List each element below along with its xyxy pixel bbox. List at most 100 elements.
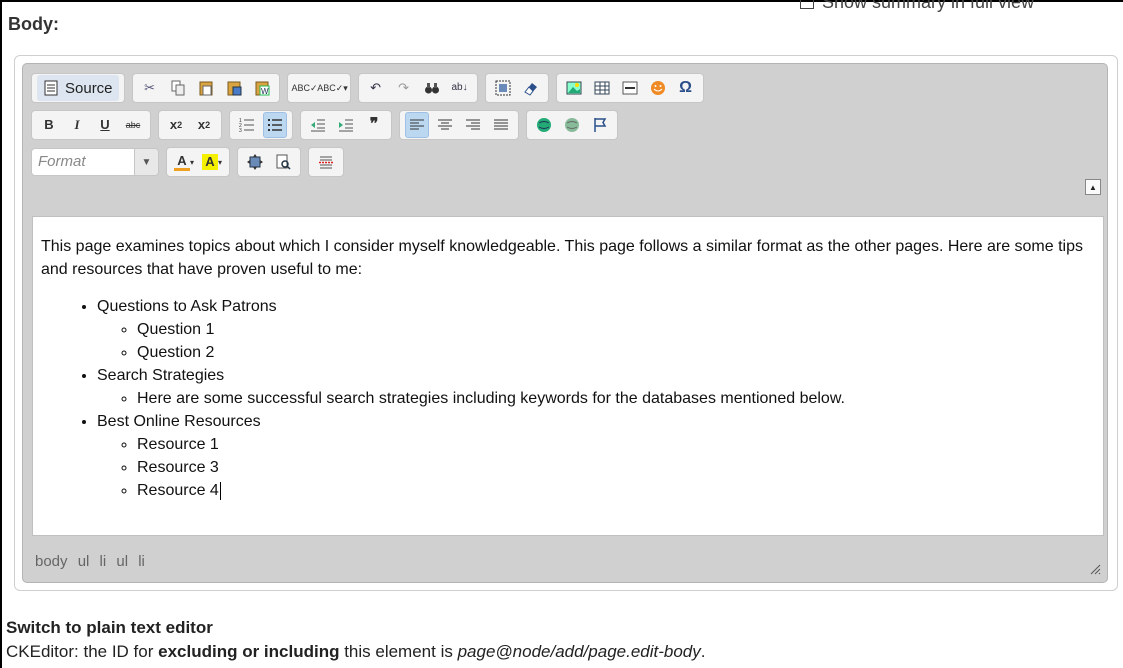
cut-button[interactable]: ✂ [138, 75, 162, 101]
toolbar-group-select [484, 73, 549, 103]
spellcheck-button[interactable]: ABC✓ [291, 75, 318, 101]
bulleted-list-button[interactable] [263, 112, 287, 138]
blockquote-button[interactable]: ❞ [362, 112, 386, 138]
source-button[interactable]: Source [37, 75, 119, 101]
italic-icon: I [74, 117, 80, 132]
replace-button[interactable]: ab↓ [448, 75, 472, 101]
bold-icon: B [44, 117, 54, 132]
spellcheck-icon: ABC✓ [291, 83, 318, 93]
list-item: Questions to Ask Patrons Question 1 Ques… [97, 295, 1099, 364]
body-field-label: Body: [8, 14, 59, 34]
toolbar-group-basic-styles: B I U abc [31, 110, 151, 140]
align-left-button[interactable] [405, 112, 429, 138]
justify-icon [493, 117, 509, 133]
sub-list: Resource 1 Resource 3 Resource 4 [97, 433, 1099, 502]
format-dropdown[interactable]: Format ▼ [31, 147, 159, 177]
redo-icon: ↷ [398, 80, 409, 95]
bg-color-button[interactable]: A ▾ [200, 149, 224, 175]
underline-button[interactable]: U [93, 112, 117, 138]
desc-element-id: page@node/add/page.edit-body [457, 642, 701, 661]
globe-unlink-icon [564, 117, 580, 133]
redo-button[interactable]: ↷ [392, 75, 416, 101]
format-dropdown-value[interactable]: Format [31, 148, 135, 176]
subscript-button[interactable]: x2 [164, 112, 188, 138]
toolbar-group-align [399, 110, 519, 140]
paste-word-button[interactable]: W [250, 75, 274, 101]
chevron-down-icon[interactable]: ▼ [135, 148, 159, 176]
maximize-icon [247, 154, 263, 170]
svg-text:W: W [261, 87, 269, 96]
list-item: Best Online Resources Resource 1 Resourc… [97, 410, 1099, 502]
globe-link-icon [536, 117, 552, 133]
text-color-button[interactable]: A ▾ [172, 149, 196, 175]
page-break-icon [318, 154, 334, 170]
bold-button[interactable]: B [37, 112, 61, 138]
toolbar-row-2: B I U abc x2 x2 123 ❞ [31, 109, 625, 141]
justify-button[interactable] [489, 112, 513, 138]
maximize-button[interactable] [243, 149, 267, 175]
italic-button[interactable]: I [65, 112, 89, 138]
indent-button[interactable] [334, 112, 358, 138]
underline-icon: U [100, 117, 110, 132]
outdent-button[interactable] [306, 112, 330, 138]
text-color-chevron-icon: ▾ [189, 157, 194, 167]
toolbar-group-undo: ↶ ↷ ab↓ [357, 73, 478, 103]
link-button[interactable] [532, 112, 556, 138]
scayt-button[interactable]: ABC✓▾ [317, 75, 348, 101]
strike-button[interactable]: abc [121, 112, 145, 138]
replace-icon: ab↓ [451, 82, 468, 93]
horizontal-rule-button[interactable] [618, 75, 642, 101]
sub-list-item: Question 1 [137, 318, 1099, 341]
desc-suffix: . [700, 642, 706, 661]
sub-list-item-label: Resource 4 [137, 482, 219, 499]
desc-bold: excluding or including [158, 642, 340, 661]
image-icon [566, 80, 582, 96]
editor-content-area[interactable]: This page examines topics about which I … [32, 216, 1104, 536]
collapse-toolbar-button[interactable]: ▲ [1085, 179, 1101, 195]
image-button[interactable] [562, 75, 586, 101]
bulleted-list-icon [267, 117, 283, 133]
desc-middle: this element is [339, 642, 458, 661]
checkbox-icon [800, 0, 814, 10]
special-char-button[interactable]: Ω [674, 75, 698, 101]
align-left-icon [409, 117, 425, 133]
unlink-button[interactable] [560, 112, 584, 138]
sub-list-item: Resource 1 [137, 433, 1099, 456]
smiley-button[interactable] [646, 75, 670, 101]
toolbar-group-indent: ❞ [300, 110, 392, 140]
paste-text-icon [226, 80, 242, 96]
remove-format-button[interactable] [519, 75, 543, 101]
page-break-button[interactable] [314, 149, 338, 175]
select-all-icon [495, 80, 511, 96]
show-blocks-button[interactable] [271, 149, 295, 175]
resize-handle-icon[interactable] [1089, 562, 1101, 575]
show-summary-link[interactable]: Show summary in full view [800, 0, 1034, 13]
superscript-button[interactable]: x2 [192, 112, 216, 138]
elements-path-bar[interactable]: body ul li ul li [35, 553, 145, 570]
align-right-button[interactable] [461, 112, 485, 138]
paste-text-button[interactable] [222, 75, 246, 101]
horizontal-rule-icon [622, 80, 638, 96]
editor-wrapper: Source ✂ W ABC✓ ABC✓▾ ↶ ↷ ab↓ Ω B I U ab… [14, 55, 1118, 591]
numbered-list-icon: 123 [239, 117, 255, 133]
strikethrough-icon: abc [125, 120, 141, 130]
desc-prefix: CKEditor: the ID for [6, 642, 159, 661]
find-button[interactable] [420, 75, 444, 101]
text-cursor [219, 481, 221, 500]
table-button[interactable] [590, 75, 614, 101]
paste-icon [198, 80, 214, 96]
smiley-icon [650, 80, 666, 96]
switch-to-plain-text-link[interactable]: Switch to plain text editor [6, 618, 213, 638]
source-button-label: Source [65, 79, 113, 97]
numbered-list-button[interactable]: 123 [235, 112, 259, 138]
copy-icon [170, 80, 186, 96]
undo-button[interactable]: ↶ [364, 75, 388, 101]
window-left-border [0, 0, 2, 668]
paste-button[interactable] [194, 75, 218, 101]
show-blocks-icon [275, 154, 291, 170]
copy-button[interactable] [166, 75, 190, 101]
anchor-button[interactable] [588, 112, 612, 138]
align-center-button[interactable] [433, 112, 457, 138]
svg-text:3: 3 [239, 128, 242, 133]
select-all-button[interactable] [491, 75, 515, 101]
